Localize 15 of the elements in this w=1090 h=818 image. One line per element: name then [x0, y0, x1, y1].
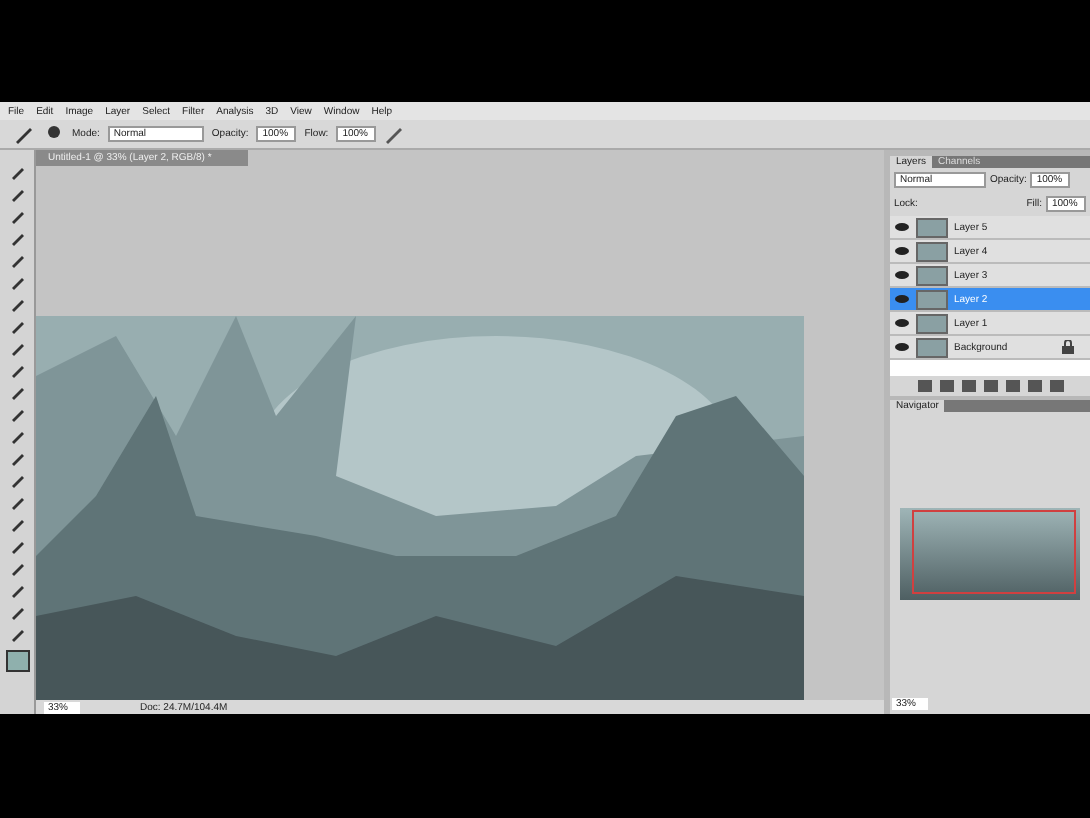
eye-icon[interactable]	[894, 270, 910, 280]
layer-thumbnail	[916, 265, 948, 285]
layer-thumbnail	[916, 217, 948, 237]
eye-icon[interactable]	[894, 246, 910, 256]
layer-thumbnail	[916, 337, 948, 357]
layer-thumbnail	[916, 289, 948, 309]
color-swatch[interactable]	[5, 650, 29, 672]
eye-icon[interactable]	[894, 222, 910, 232]
airbrush-icon[interactable]	[384, 124, 405, 144]
eye-icon[interactable]	[894, 318, 910, 328]
eye-icon[interactable]	[894, 342, 910, 352]
brush-preset-icon[interactable]	[44, 124, 64, 144]
layer-thumbnail	[916, 241, 948, 261]
brush-icon[interactable]	[12, 124, 36, 144]
layer-thumbnail	[916, 313, 948, 333]
